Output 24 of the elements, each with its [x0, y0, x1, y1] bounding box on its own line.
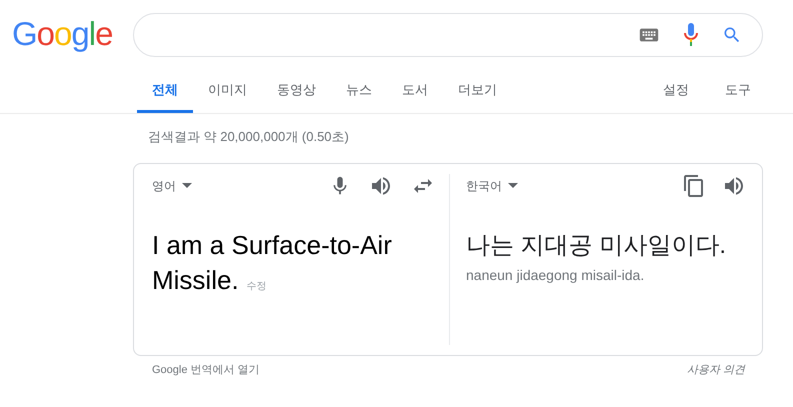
language-dropdown[interactable]: 한국어: [466, 176, 518, 194]
search-tab[interactable]: 도서: [387, 70, 443, 113]
search-icon[interactable]: [722, 25, 742, 45]
microphone-icon[interactable]: [684, 23, 698, 47]
search-tab[interactable]: 뉴스: [331, 70, 387, 113]
feedback-link[interactable]: 사용자 의견: [686, 362, 745, 378]
source-text: I am a Surface-to-Air: [152, 228, 392, 262]
tools-link[interactable]: 설정: [655, 70, 697, 113]
search-tab[interactable]: 이미지: [193, 70, 262, 113]
translated-text: 나는 지대공 미사일이다.: [466, 230, 728, 260]
tools-link[interactable]: 도구: [717, 70, 759, 113]
copy-icon[interactable]: [682, 174, 706, 198]
language-dropdown[interactable]: 영어: [152, 176, 192, 194]
search-field[interactable]: [133, 13, 763, 57]
caret-icon: [508, 183, 518, 188]
search-tab[interactable]: 전체: [137, 70, 193, 113]
search-tab[interactable]: 동영상: [262, 70, 331, 113]
google-logo[interactable]: Google: [12, 16, 124, 54]
result-stats: 검색결과 약 20,000,000개 (0.50초): [148, 128, 350, 146]
source-text: Missile.: [152, 264, 239, 296]
caret-icon: [182, 183, 192, 188]
search-tab[interactable]: 더보기: [443, 70, 512, 113]
open-translate-link[interactable]: Google 번역에서 열기: [152, 362, 260, 378]
romanization-text: naneun jidaegong misail-ida.: [466, 266, 646, 285]
